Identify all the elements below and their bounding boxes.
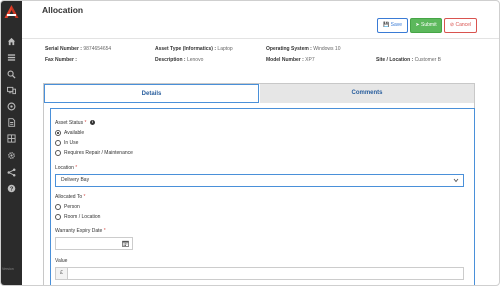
location-label-text: Location — [55, 165, 74, 171]
value-label: Value — [55, 258, 68, 264]
asset-type-label: Asset Type (Informatics) : — [155, 46, 217, 52]
asset-status-label-text: Asset Status — [55, 120, 84, 126]
page-title: Allocation — [42, 5, 84, 15]
radio-label: Room / Location — [64, 213, 101, 220]
model-number-info: Model Number : XP7 — [266, 57, 315, 63]
serial-number-info: Serial Number : 9874654654 — [45, 46, 111, 52]
currency-addon: £ — [56, 268, 68, 279]
location-select[interactable]: Delivery Bay — [55, 174, 464, 187]
gear-icon[interactable] — [7, 151, 16, 160]
sidebar: ? Version — [1, 1, 22, 285]
location-select-value: Delivery Bay — [61, 177, 90, 183]
send-icon: ➤ — [415, 22, 420, 28]
site-location-info: Site / Location : Customer B — [376, 57, 441, 63]
radio-label: In Use — [64, 139, 79, 146]
radio-label: Person — [64, 203, 80, 210]
save-button[interactable]: 💾 Save — [377, 18, 408, 33]
tab-comments[interactable]: Comments — [260, 84, 474, 103]
radio-label: Available — [64, 129, 85, 136]
site-location-label: Site / Location : — [376, 57, 414, 63]
warranty-expiry-date-input[interactable] — [55, 237, 133, 250]
details-form — [50, 108, 475, 285]
allocated-to-person[interactable]: Person — [55, 203, 80, 210]
operating-system-label: Operating System : — [266, 46, 312, 52]
cancel-button[interactable]: ⊘ Cancel — [444, 18, 477, 33]
devices-icon[interactable] — [7, 86, 16, 95]
app-window: ? Version Allocation 💾 Save ➤ Submit ⊘ C… — [0, 0, 500, 286]
allocated-to-room-location[interactable]: Room / Location — [55, 213, 100, 220]
cancel-button-label: Cancel — [455, 22, 472, 28]
warranty-expiry-label: Warranty Expiry Date * — [55, 228, 106, 234]
required-mark: * — [103, 228, 106, 234]
settings-circle-icon[interactable] — [7, 102, 16, 111]
grid-icon[interactable] — [7, 134, 16, 143]
radio-unchecked[interactable] — [55, 203, 61, 210]
asset-status-requires-repair[interactable]: Requires Repair / Maintenance — [55, 149, 133, 156]
required-mark: * — [84, 120, 87, 126]
document-icon[interactable] — [7, 118, 16, 127]
required-mark: * — [83, 194, 86, 200]
fax-number-label: Fax Number : — [45, 57, 77, 63]
share-icon[interactable] — [7, 168, 16, 177]
asset-status-available[interactable]: Available — [55, 129, 84, 136]
asset-status-label: Asset Status * i — [55, 120, 95, 126]
home-icon[interactable] — [7, 37, 16, 46]
description-value: Lenovo — [186, 57, 204, 63]
asset-status-in-use[interactable]: In Use — [55, 139, 78, 146]
allocated-to-label-text: Allocated To — [55, 194, 83, 200]
submit-button[interactable]: ➤ Submit — [410, 18, 442, 33]
description-info: Description : Lenovo — [155, 57, 203, 63]
submit-button-label: Submit — [421, 22, 437, 28]
description-label: Description : — [155, 57, 186, 63]
search-icon[interactable] — [7, 70, 16, 79]
fax-number-info: Fax Number : — [45, 57, 77, 63]
required-mark: * — [75, 165, 78, 171]
radio-unchecked[interactable] — [55, 213, 61, 220]
warranty-expiry-label-text: Warranty Expiry Date — [55, 228, 103, 234]
help-icon[interactable]: ? — [7, 184, 16, 193]
info-icon[interactable]: i — [89, 120, 95, 126]
calendar-icon[interactable] — [122, 240, 129, 247]
chevron-down-icon — [453, 178, 459, 183]
radio-unchecked[interactable] — [55, 139, 61, 146]
list-icon[interactable] — [7, 53, 16, 62]
save-button-label: Save — [390, 22, 403, 28]
model-number-value: XP7 — [305, 57, 315, 63]
asset-type-value: Laptop — [217, 46, 233, 52]
svg-text:?: ? — [10, 187, 14, 193]
app-logo[interactable] — [3, 4, 20, 19]
model-number-label: Model Number : — [266, 57, 304, 63]
header-divider — [22, 38, 499, 39]
version-label: Version — [2, 267, 14, 271]
location-label: Location * — [55, 165, 77, 171]
serial-number-value: 9874654654 — [83, 46, 112, 52]
radio-checked[interactable] — [55, 129, 61, 136]
serial-number-label: Serial Number : — [45, 46, 82, 52]
site-location-value: Customer B — [414, 57, 442, 63]
operating-system-value: Windows 10 — [313, 46, 341, 52]
value-input[interactable]: £ — [55, 267, 464, 280]
allocated-to-label: Allocated To * — [55, 194, 86, 200]
asset-type-info: Asset Type (Informatics) : Laptop — [155, 46, 233, 52]
radio-label: Requires Repair / Maintenance — [64, 149, 133, 156]
tab-details[interactable]: Details — [44, 84, 259, 103]
operating-system-info: Operating System : Windows 10 — [266, 46, 340, 52]
floppy-icon: 💾 — [382, 22, 390, 28]
ban-icon: ⊘ — [449, 22, 455, 28]
radio-unchecked[interactable] — [55, 149, 61, 156]
